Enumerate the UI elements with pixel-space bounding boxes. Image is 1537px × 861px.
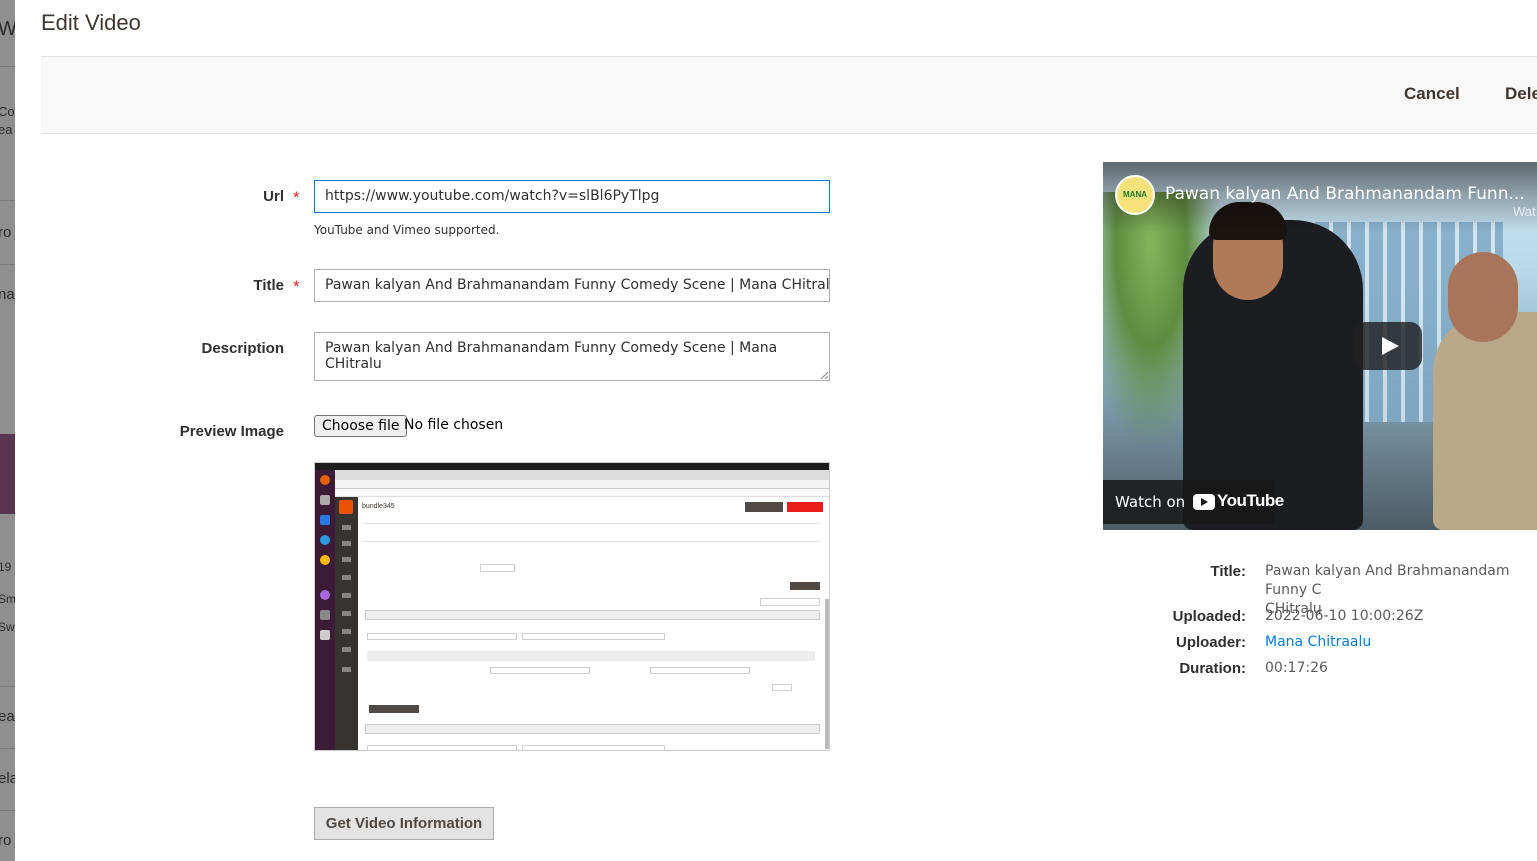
- youtube-wordmark: YouTube: [1217, 491, 1284, 510]
- play-icon[interactable]: [1354, 322, 1422, 370]
- thumb-topbar: [315, 463, 829, 470]
- watch-later-label[interactable]: Wat: [1513, 204, 1536, 219]
- bg-divider: [0, 748, 15, 749]
- bg-divider: [0, 264, 15, 265]
- preview-image-thumbnail: bundle345: [314, 462, 830, 751]
- thumb-page-title: bundle345: [362, 503, 395, 510]
- thumb-save-button: [787, 502, 823, 512]
- bg-divider: [0, 200, 15, 201]
- description-text: Pawan kalyan And Brahmanandam Funny Come…: [325, 340, 778, 372]
- bg-fragment: ro: [0, 832, 12, 849]
- bg-divider: [0, 66, 15, 67]
- info-duration-value: 00:17:26: [1265, 660, 1328, 676]
- url-label: Url: [263, 188, 284, 205]
- video-title[interactable]: Pawan kalyan And Brahmanandam Funn...: [1165, 184, 1525, 204]
- choose-file-button[interactable]: Choose file: [314, 415, 408, 437]
- bg-fragment: Sm: [0, 592, 15, 606]
- resize-handle-icon[interactable]: [820, 371, 828, 379]
- bg-fragment: na: [0, 286, 15, 303]
- modal-title: Edit Video: [41, 10, 141, 35]
- title-input[interactable]: Pawan kalyan And Brahmanandam Funny Come…: [314, 269, 830, 302]
- bg-fragment: 19: [0, 560, 12, 574]
- info-uploaded-label: Uploaded:: [1172, 608, 1246, 625]
- url-input[interactable]: https://www.youtube.com/watch?v=slBl6PyT…: [314, 180, 830, 213]
- url-note: YouTube and Vimeo supported.: [314, 223, 500, 237]
- video-frame-person: [1433, 312, 1537, 530]
- channel-avatar[interactable]: MANA: [1115, 175, 1155, 215]
- get-video-information-button[interactable]: Get Video Information: [314, 807, 494, 840]
- bg-fragment: W: [0, 18, 15, 40]
- bg-divider: [0, 686, 15, 687]
- youtube-logo-icon: [1193, 494, 1215, 510]
- edit-video-modal: Edit Video Cancel Dele Url * https://www…: [15, 0, 1537, 861]
- cancel-button[interactable]: Cancel: [1404, 84, 1460, 104]
- watch-on-label: Watch on: [1115, 493, 1186, 511]
- delete-button[interactable]: Dele: [1505, 84, 1537, 104]
- bg-fragment: Sw: [0, 620, 15, 634]
- required-marker: *: [293, 277, 300, 296]
- bg-fragment: ea: [0, 122, 13, 137]
- bg-thumbnail: [0, 434, 15, 514]
- modal-toolbar: Cancel Dele: [41, 56, 1537, 134]
- thumb-button: [745, 502, 783, 512]
- file-status: No file chosen: [404, 417, 504, 433]
- watch-on-youtube-button[interactable]: Watch on YouTube: [1103, 480, 1284, 524]
- bg-fragment: Co: [0, 104, 15, 119]
- preview-image-label: Preview Image: [179, 423, 284, 440]
- thumb-tabs: [315, 470, 829, 480]
- uploader-link[interactable]: Mana Chitraalu: [1265, 633, 1371, 652]
- bg-fragment: ela: [0, 770, 15, 787]
- description-label: Description: [201, 340, 284, 357]
- info-title-label: Title:: [1210, 563, 1246, 580]
- bg-fragment: ro: [0, 224, 12, 241]
- required-marker: *: [293, 188, 300, 207]
- thumb-dock: [315, 470, 335, 750]
- thumb-admin-sidebar: [335, 497, 358, 750]
- info-uploaded-value: 2022-06-10 10:00:26Z: [1265, 608, 1424, 624]
- info-uploader-label: Uploader:: [1175, 634, 1246, 651]
- title-label: Title: [253, 277, 284, 294]
- bg-divider: [0, 810, 15, 811]
- bg-fragment: ea: [0, 708, 15, 725]
- thumb-urlbar: [315, 480, 829, 489]
- video-player[interactable]: MANA Pawan kalyan And Brahmanandam Funn.…: [1103, 162, 1537, 530]
- info-duration-label: Duration:: [1179, 660, 1246, 677]
- description-textarea[interactable]: Pawan kalyan And Brahmanandam Funny Come…: [314, 332, 830, 381]
- thumb-scrollbar: [825, 599, 829, 749]
- background-page-strip: W Co ea ro na 19 Sm Sw ea ela ro: [0, 0, 15, 861]
- thumb-bookmarks: [315, 489, 829, 497]
